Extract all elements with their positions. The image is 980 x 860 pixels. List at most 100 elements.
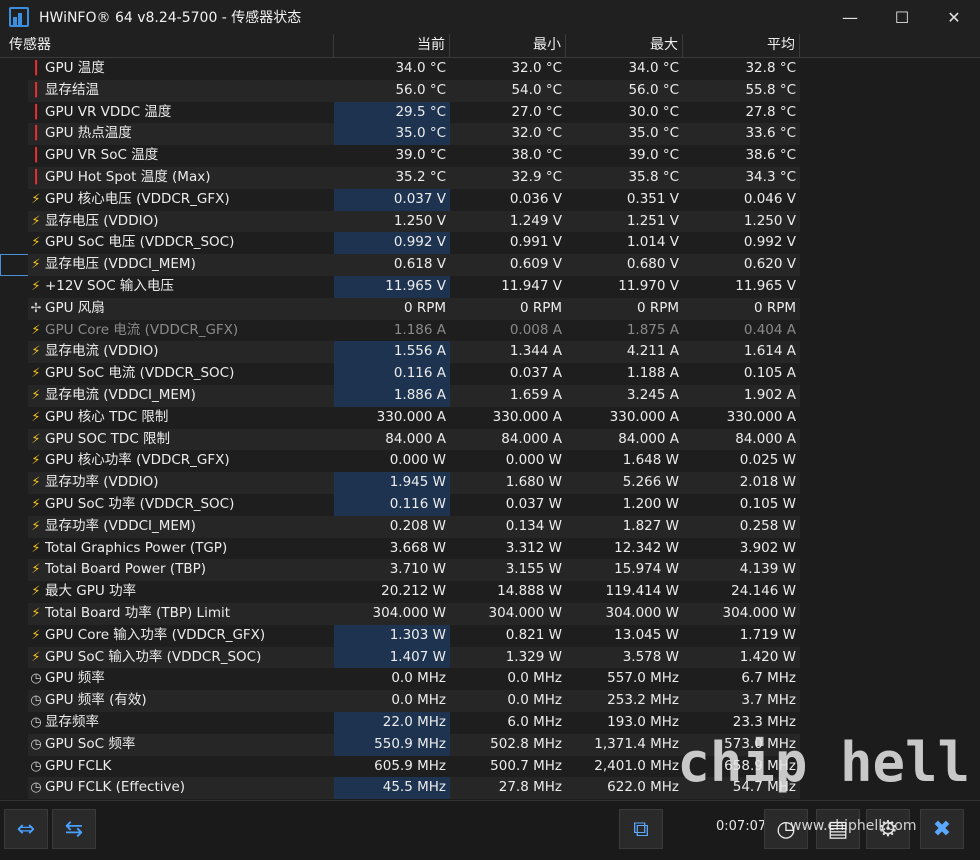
- value-avg: 0.404 A: [683, 319, 800, 342]
- table-row[interactable]: 显存结温 ┃ 56.0 °C 54.0 °C 56.0 °C 55.8 °C: [0, 79, 800, 102]
- sensor-name: GPU 温度: [28, 58, 334, 80]
- value-max: 35.0 °C: [566, 123, 683, 146]
- table-row[interactable]: GPU Hot Spot 温度 (Max) ┃ 35.2 °C 32.9 °C 35.8…: [0, 167, 800, 189]
- minimize-button[interactable]: —: [824, 0, 876, 34]
- table-row[interactable]: GPU VR VDDC 温度 ┃ 29.5 °C 27.0 °C 30.0 °C 27.8…: [0, 101, 800, 124]
- sensor-name: GPU SOC TDC 限制: [28, 428, 334, 451]
- value-current: 0.618 V: [334, 254, 450, 276]
- table-row[interactable]: GPU VR SoC 温度 ┃ 39.0 °C 38.0 °C 39.0 °C 38.6 …: [0, 145, 800, 167]
- value-max: 4.211 A: [566, 341, 683, 364]
- value-current: 304.000 W: [334, 603, 450, 625]
- thermometer-icon: ┃: [32, 61, 40, 76]
- table-row[interactable]: 显存电流 (VDDIO) ⚡ 1.556 A 1.344 A 4.211 A 1.614 …: [0, 341, 800, 364]
- table-row[interactable]: GPU SoC 输入功率 (VDDCR_SOC) ⚡ 1.407 W 1.329 W3…: [0, 646, 800, 669]
- value-min: 38.0 °C: [450, 145, 566, 167]
- table-row[interactable]: 显存功率 (VDDIO) ⚡ 1.945 W 1.680 W 5.266 W 2.018 …: [0, 472, 800, 494]
- table-row[interactable]: +12V SOC 输入电压 ⚡ 11.965 V 11.947 V 11.970 V 11…: [0, 276, 800, 298]
- value-max: 304.000 W: [566, 603, 683, 625]
- table-row[interactable]: GPU Core 电流 (VDDCR_GFX) ⚡ 1.186 A 0.008 A 1.…: [0, 319, 800, 342]
- value-current: 0.037 V: [334, 188, 450, 211]
- value-min: 500.7 MHz: [450, 755, 566, 778]
- column-max[interactable]: 最大: [566, 34, 683, 58]
- sensor-name: GPU SoC 频率: [28, 733, 334, 756]
- table-row[interactable]: GPU Core 输入功率 (VDDCR_GFX) ⚡ 1.303 W 0.821 W…: [0, 624, 800, 647]
- table-row[interactable]: 最大 GPU 功率 ⚡ 20.212 W 14.888 W 119.414 W 24.14…: [0, 581, 800, 603]
- sensor-name: GPU 风扇: [28, 297, 334, 320]
- sensor-name: GPU 频率: [28, 668, 334, 691]
- collapse-arrows-icon[interactable]: ⇆: [52, 809, 96, 849]
- value-current: 35.0 °C: [334, 123, 450, 146]
- value-current: 0.208 W: [334, 515, 450, 538]
- value-current: 0.116 A: [334, 363, 450, 385]
- table-row[interactable]: GPU SOC TDC 限制 ⚡ 84.000 A 84.000 A 84.000 A8…: [0, 428, 800, 451]
- value-avg: 1.719 W: [683, 624, 800, 647]
- value-min: 32.0 °C: [450, 123, 566, 146]
- table-row[interactable]: GPU 核心电压 (VDDCR_GFX) ⚡ 0.037 V 0.036 V 0.351…: [0, 188, 800, 211]
- table-row[interactable]: GPU SoC 功率 (VDDCR_SOC) ⚡ 0.116 W 0.037 W 1.2…: [0, 494, 800, 516]
- window-title: HWiNFO® 64 v8.24-5700 - 传感器状态: [39, 10, 302, 26]
- value-current: 84.000 A: [334, 428, 450, 451]
- lightning-icon: ⚡: [31, 649, 41, 665]
- table-row[interactable]: 显存电流 (VDDCI_MEM) ⚡ 1.886 A 1.659 A 3.245 A 1.…: [0, 385, 800, 407]
- table-row[interactable]: Total Board Power (TBP) ⚡ 3.710 W 3.155 W 15…: [0, 559, 800, 582]
- value-min: 0.0 MHz: [450, 690, 566, 712]
- table-row[interactable]: GPU 频率 ◷ 0.0 MHz 0.0 MHz 557.0 MHz 6.7 MHz: [0, 668, 800, 691]
- clock-icon: ◷: [30, 758, 42, 774]
- value-min: 32.0 °C: [450, 58, 566, 80]
- value-current: 45.5 MHz: [334, 777, 450, 800]
- value-min: 330.000 A: [450, 406, 566, 429]
- table-row[interactable]: Total Board 功率 (TBP) Limit ⚡ 304.000 W 304.…: [0, 603, 800, 625]
- value-max: 3.578 W: [566, 646, 683, 669]
- table-row[interactable]: GPU 核心功率 (VDDCR_GFX) ⚡ 0.000 W 0.000 W 1.648…: [0, 450, 800, 473]
- table-row[interactable]: 显存功率 (VDDCI_MEM) ⚡ 0.208 W 0.134 W 1.827 W 0.…: [0, 515, 800, 538]
- sensor-name: GPU 频率 (有效): [28, 690, 334, 712]
- column-current[interactable]: 当前: [334, 34, 450, 58]
- table-row[interactable]: 显存电压 (VDDCI_MEM) ⚡ 0.618 V 0.609 V 0.680 V 0.…: [0, 254, 800, 276]
- thermometer-icon: ┃: [32, 104, 40, 120]
- value-max: 3.245 A: [566, 385, 683, 407]
- value-avg: 304.000 W: [683, 603, 800, 625]
- sensor-name: GPU 核心 TDC 限制: [28, 406, 334, 429]
- sensor-name: GPU 核心电压 (VDDCR_GFX): [28, 188, 334, 211]
- table-row[interactable]: GPU 核心 TDC 限制 ⚡ 330.000 A 330.000 A 330.000 …: [0, 406, 800, 429]
- table-row[interactable]: GPU 温度 ┃ 34.0 °C 32.0 °C 34.0 °C 32.8 °C: [0, 58, 800, 80]
- value-avg: 55.8 °C: [683, 79, 800, 102]
- expand-arrows-icon[interactable]: ⇔: [4, 809, 48, 849]
- value-max: 1.188 A: [566, 363, 683, 385]
- value-max: 13.045 W: [566, 624, 683, 647]
- value-avg: 1.902 A: [683, 385, 800, 407]
- lightning-icon: ⚡: [31, 388, 41, 403]
- column-header: 传感器 当前 最小 最大 平均: [0, 34, 980, 58]
- column-sensor[interactable]: 传感器: [0, 34, 334, 58]
- lightning-icon: ⚡: [31, 279, 41, 294]
- column-min[interactable]: 最小: [450, 34, 566, 58]
- value-max: 56.0 °C: [566, 79, 683, 102]
- sensor-name: GPU FCLK: [28, 755, 334, 778]
- sensor-name: GPU SoC 电压 (VDDCR_SOC): [28, 232, 334, 255]
- lightning-icon: ⚡: [31, 497, 41, 512]
- value-max: 1.014 V: [566, 232, 683, 255]
- value-avg: 4.139 W: [683, 559, 800, 582]
- table-row[interactable]: 显存电压 (VDDIO) ⚡ 1.250 V 1.249 V 1.251 V 1.250 …: [0, 210, 800, 233]
- sensor-name: GPU VR SoC 温度: [28, 145, 334, 167]
- column-avg[interactable]: 平均: [683, 34, 800, 58]
- value-current: 0.000 W: [334, 450, 450, 473]
- sensor-name: 最大 GPU 功率: [28, 581, 334, 603]
- sensor-name: Total Board 功率 (TBP) Limit: [28, 603, 334, 625]
- value-avg: 34.3 °C: [683, 167, 800, 189]
- table-row[interactable]: GPU 风扇 ✢ 0 RPM 0 RPM 0 RPM 0 RPM: [0, 297, 800, 320]
- table-row[interactable]: Total Graphics Power (TGP) ⚡ 3.668 W 3.312 …: [0, 537, 800, 560]
- table-row[interactable]: GPU SoC 电压 (VDDCR_SOC) ⚡ 0.992 V 0.991 V 1.0…: [0, 232, 800, 255]
- close-button[interactable]: ✕: [928, 0, 980, 34]
- sensor-name: GPU VR VDDC 温度: [28, 101, 334, 124]
- lightning-icon: ⚡: [31, 257, 41, 273]
- table-row[interactable]: GPU 频率 (有效) ◷ 0.0 MHz 0.0 MHz 253.2 MHz 3.7 M…: [0, 690, 800, 712]
- close-sensors-icon[interactable]: ✖: [920, 809, 964, 849]
- value-min: 304.000 W: [450, 603, 566, 625]
- network-icon[interactable]: ⧉: [619, 809, 663, 849]
- value-avg: 1.420 W: [683, 646, 800, 669]
- value-avg: 0.105 W: [683, 494, 800, 516]
- table-row[interactable]: GPU SoC 电流 (VDDCR_SOC) ⚡ 0.116 A 0.037 A 1.1…: [0, 363, 800, 385]
- maximize-button[interactable]: ☐: [876, 0, 928, 34]
- table-row[interactable]: GPU 热点温度 ┃ 35.0 °C 32.0 °C 35.0 °C 33.6 °C: [0, 123, 800, 146]
